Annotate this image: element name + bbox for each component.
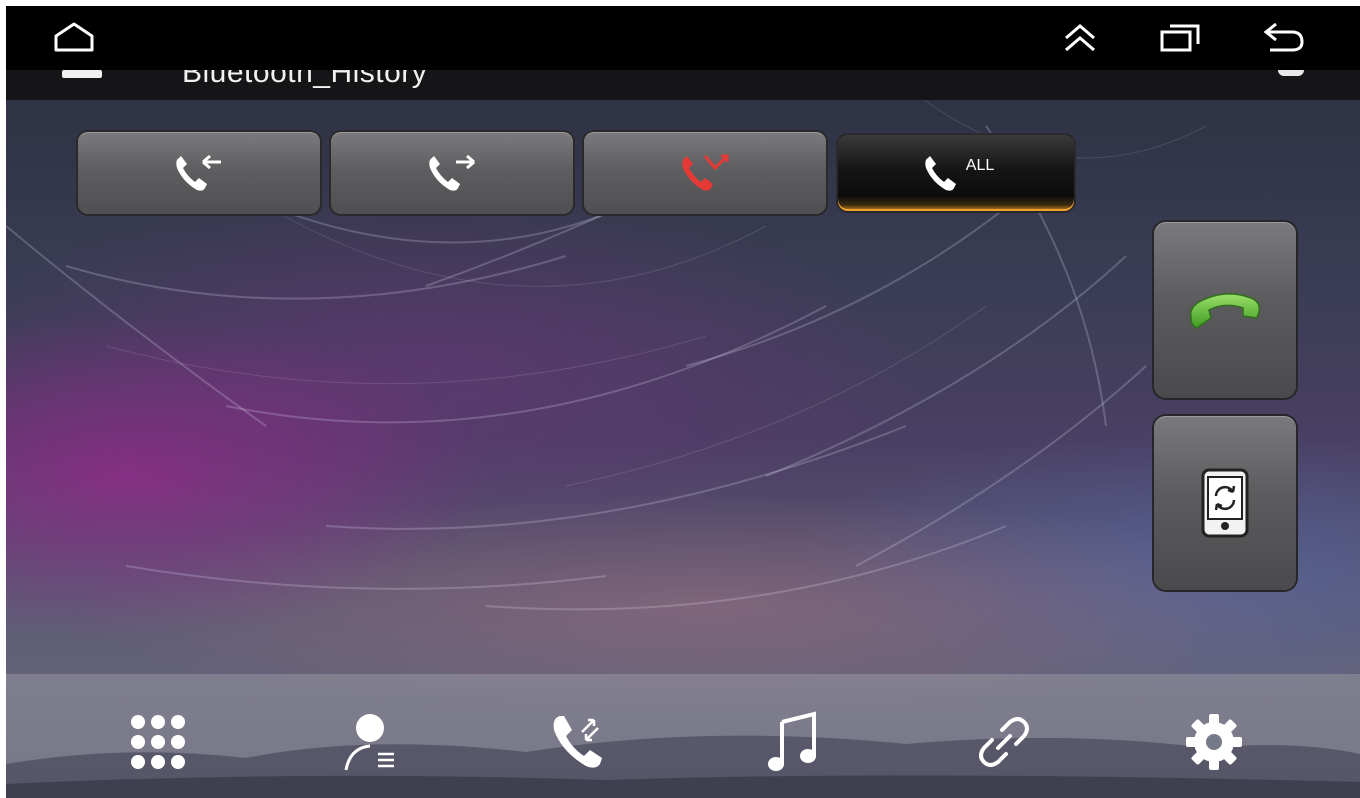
system-navigation-bar <box>6 6 1360 70</box>
incoming-call-icon <box>176 154 221 191</box>
gear-icon <box>1186 714 1242 770</box>
menu-icon[interactable] <box>62 70 102 78</box>
phone-sync-icon <box>1201 468 1249 538</box>
tab-all-label: ALL <box>965 157 995 174</box>
missed-call-icon <box>682 154 729 191</box>
dock-music[interactable] <box>758 706 830 778</box>
expand-up-icon[interactable] <box>1058 18 1102 58</box>
sync-phone-button[interactable] <box>1154 416 1296 590</box>
call-history-icon <box>553 716 602 768</box>
outgoing-call-icon <box>429 154 475 191</box>
app-title-bar: Bluetooth_History <box>6 70 1360 100</box>
music-note-icon <box>768 711 816 771</box>
recents-icon[interactable] <box>1158 18 1202 58</box>
dial-call-button[interactable] <box>1154 222 1296 398</box>
bottom-dock <box>6 674 1360 798</box>
dock-connection[interactable] <box>968 706 1040 778</box>
tab-incoming-calls[interactable] <box>78 132 320 214</box>
dock-contacts[interactable] <box>336 706 408 778</box>
dock-settings[interactable] <box>1178 706 1250 778</box>
tab-all-calls[interactable]: ALL <box>838 135 1074 211</box>
link-icon <box>979 717 1029 767</box>
bluetooth-history-screen: Bluetooth_History ALL <box>6 6 1360 798</box>
dock-dialpad[interactable] <box>122 706 194 778</box>
green-phone-icon <box>1189 293 1261 329</box>
dialpad-icon <box>131 715 185 769</box>
home-icon[interactable] <box>52 18 96 58</box>
tab-missed-calls[interactable] <box>584 132 826 214</box>
contacts-icon <box>344 714 394 771</box>
dock-call-history[interactable] <box>544 706 616 778</box>
page-title: Bluetooth_History <box>182 70 428 89</box>
options-icon[interactable] <box>1278 70 1304 76</box>
back-icon[interactable] <box>1262 18 1306 58</box>
tab-outgoing-calls[interactable] <box>331 132 573 214</box>
dock-landscape-background <box>6 735 1360 798</box>
all-calls-icon <box>925 156 956 191</box>
